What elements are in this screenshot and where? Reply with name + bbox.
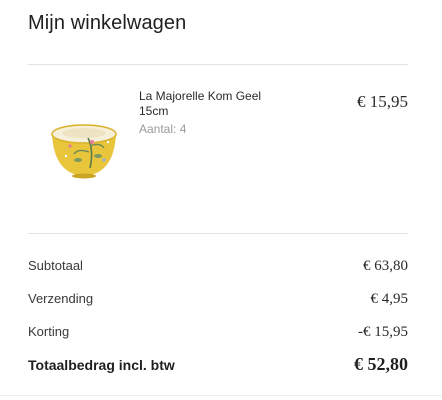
product-price: € 15,95 xyxy=(357,92,408,111)
discount-label: Korting xyxy=(28,324,70,339)
product-name[interactable]: La Majorelle Kom Geel 15cm xyxy=(139,89,289,119)
subtotal-value: € 63,80 xyxy=(363,258,408,274)
subtotal-label: Subtotaal xyxy=(28,258,83,273)
product-image[interactable] xyxy=(48,112,120,182)
product-quantity: Aantal: 4 xyxy=(139,122,187,136)
total-label: Totaalbedrag incl. btw xyxy=(28,357,175,373)
shipping-label: Verzending xyxy=(28,291,94,306)
total-value: € 52,80 xyxy=(354,354,408,374)
cart-title: Mijn winkelwagen xyxy=(28,12,187,34)
shipping-value: € 4,95 xyxy=(370,291,409,307)
discount-value: -€ 15,95 xyxy=(358,324,408,340)
footer-divider xyxy=(0,395,442,396)
summary-divider xyxy=(28,233,408,234)
header-divider xyxy=(28,64,408,65)
